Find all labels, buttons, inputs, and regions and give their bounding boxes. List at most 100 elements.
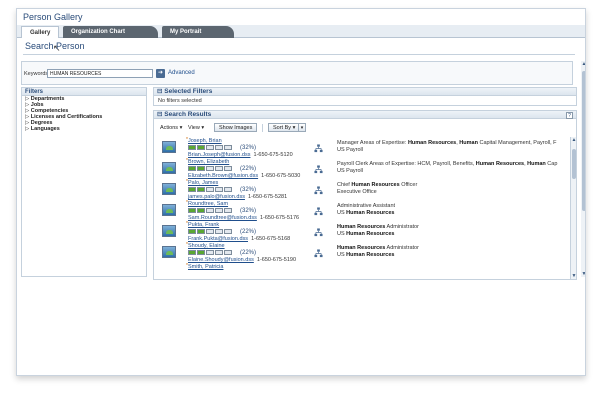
org-chart-icon[interactable] [314, 249, 323, 258]
relevance-bar [215, 250, 223, 255]
relevance-bar [188, 229, 196, 234]
relevance-bar [224, 229, 232, 234]
relevance-bar [188, 208, 196, 213]
sort-direction-dropdown[interactable]: ▾ [298, 123, 306, 132]
relevance-meter [188, 145, 236, 150]
person-name-link[interactable]: Smith, Patricia [188, 264, 223, 270]
app-title: Person Gallery [23, 12, 83, 22]
selected-filters-title: Selected Filters [164, 88, 213, 95]
tab-gallery[interactable]: Gallery [21, 26, 60, 38]
org-chart-icon[interactable] [314, 144, 323, 153]
filters-title: Filters [22, 88, 146, 96]
view-menu[interactable]: View ▾ [188, 125, 204, 131]
person-name-link[interactable]: Roundtree, Sam [188, 201, 228, 207]
person-photo[interactable] [162, 162, 176, 174]
result-row: * Smith, Patricia [154, 263, 570, 279]
person-name-link[interactable]: Brown, Elizabeth [188, 159, 229, 165]
relevance-bar [188, 166, 196, 171]
scroll-down-icon[interactable]: ▼ [571, 273, 576, 279]
job-detail: Human Resources Administrator [337, 245, 419, 251]
person-photo[interactable] [162, 183, 176, 195]
relevance-bar [224, 250, 232, 255]
divider [23, 54, 575, 55]
relevance-meter [188, 250, 236, 255]
person-name-link[interactable]: Joseph, Brian [188, 138, 222, 144]
advanced-link[interactable]: Advanced [168, 70, 195, 76]
relevance-bar [215, 187, 223, 192]
relevance-percent: (22%) [240, 250, 257, 256]
scroll-thumb[interactable] [572, 149, 576, 179]
relevance-bar [224, 145, 232, 150]
keywords-input[interactable]: HUMAN RESOURCES [47, 69, 153, 78]
person-name-link[interactable]: Shoudy, Elaine [188, 243, 225, 249]
person-photo[interactable] [162, 225, 176, 237]
relevance-percent: (32%) [240, 145, 257, 151]
job-detail: Chief Human Resources Officer [337, 182, 418, 188]
relevance-meter [188, 166, 236, 171]
relevance-bar [188, 145, 196, 150]
page-title: Search Person [25, 41, 85, 51]
search-region: Keywords HUMAN RESOURCES ➜ Advanced [21, 61, 573, 85]
org-chart-icon[interactable] [314, 228, 323, 237]
org-chart-icon[interactable] [314, 165, 323, 174]
search-go-button[interactable]: ➜ [156, 69, 165, 78]
scroll-down-icon[interactable]: ▼ [581, 271, 585, 277]
actions-menu[interactable]: Actions ▾ [160, 125, 182, 131]
search-results-header[interactable]: ⊟ Search Results [154, 111, 576, 119]
relevance-bar [224, 187, 232, 192]
expand-icon: ▷ [25, 126, 30, 132]
person-photo[interactable] [162, 246, 176, 258]
job-detail: Manager Areas of Expertise: Human Resour… [337, 140, 557, 146]
filter-list: ▷ Departments ▷ Jobs ▷ Competencies ▷ Licen… [22, 96, 146, 132]
scroll-up-icon[interactable]: ▲ [571, 137, 576, 143]
relevance-meter [188, 229, 236, 234]
department-detail: US Human Resources [337, 231, 395, 237]
relevance-percent: (22%) [240, 229, 257, 235]
relevance-bar [197, 187, 205, 192]
sort-by-button[interactable]: Sort By ▾ [268, 123, 301, 132]
filters-panel: Filters ▷ Departments ▷ Jobs ▷ Competencie… [21, 87, 147, 277]
relevance-bar [206, 166, 214, 171]
selected-filters-panel: ⊟ Selected Filters No filters selected [153, 87, 577, 106]
relevance-bar [215, 229, 223, 234]
filter-item[interactable]: ▷ Languages [22, 126, 146, 132]
page-scrollbar[interactable]: ▲ ▼ [581, 61, 585, 277]
relevance-bar [197, 145, 205, 150]
relevance-bar [224, 208, 232, 213]
relevance-bar [224, 166, 232, 171]
scroll-up-icon[interactable]: ▲ [581, 61, 585, 67]
results-scrollbar[interactable]: ▲ ▼ [570, 137, 576, 279]
person-photo[interactable] [162, 204, 176, 216]
org-chart-icon[interactable] [314, 207, 323, 216]
relevance-bar [197, 166, 205, 171]
relevance-bar [206, 229, 214, 234]
tab-bar: Gallery Organization Chart My Portrait ↖ [17, 25, 585, 53]
person-name-link[interactable]: Pukta, Frank [188, 222, 219, 228]
department-detail: US Human Resources [337, 252, 395, 258]
arrow-right-icon: ➜ [157, 70, 164, 76]
toolbar-separator [262, 124, 263, 132]
relevance-bar [188, 250, 196, 255]
person-photo[interactable] [162, 141, 176, 153]
relevance-meter [188, 208, 236, 213]
tab-my-portrait[interactable]: My Portrait [162, 26, 234, 38]
relevance-bar [197, 250, 205, 255]
tab-organization-chart[interactable]: Organization Chart [63, 26, 158, 38]
person-name-link[interactable]: Palo, James [188, 180, 218, 186]
relevance-meter [188, 187, 236, 192]
relevance-bar [197, 229, 205, 234]
relevance-bar [206, 250, 214, 255]
department-detail: US Payroll [337, 147, 363, 153]
relevance-percent: (32%) [240, 208, 257, 214]
help-icon[interactable]: ? [566, 112, 573, 119]
relevance-bar [215, 166, 223, 171]
results-toolbar: Actions ▾ View ▾ Show Images Sort By ▾ ▾ [158, 123, 573, 135]
department-detail: US Human Resources [337, 210, 395, 216]
scroll-thumb[interactable] [582, 71, 585, 211]
relevance-bar [215, 145, 223, 150]
selected-filters-header[interactable]: ⊟ Selected Filters [154, 88, 576, 96]
search-results-title: Search Results [164, 111, 212, 118]
search-results-panel: ⊟ Search Results ? Actions ▾ View ▾ Show… [153, 110, 577, 280]
show-images-button[interactable]: Show Images [214, 123, 258, 132]
org-chart-icon[interactable] [314, 186, 323, 195]
